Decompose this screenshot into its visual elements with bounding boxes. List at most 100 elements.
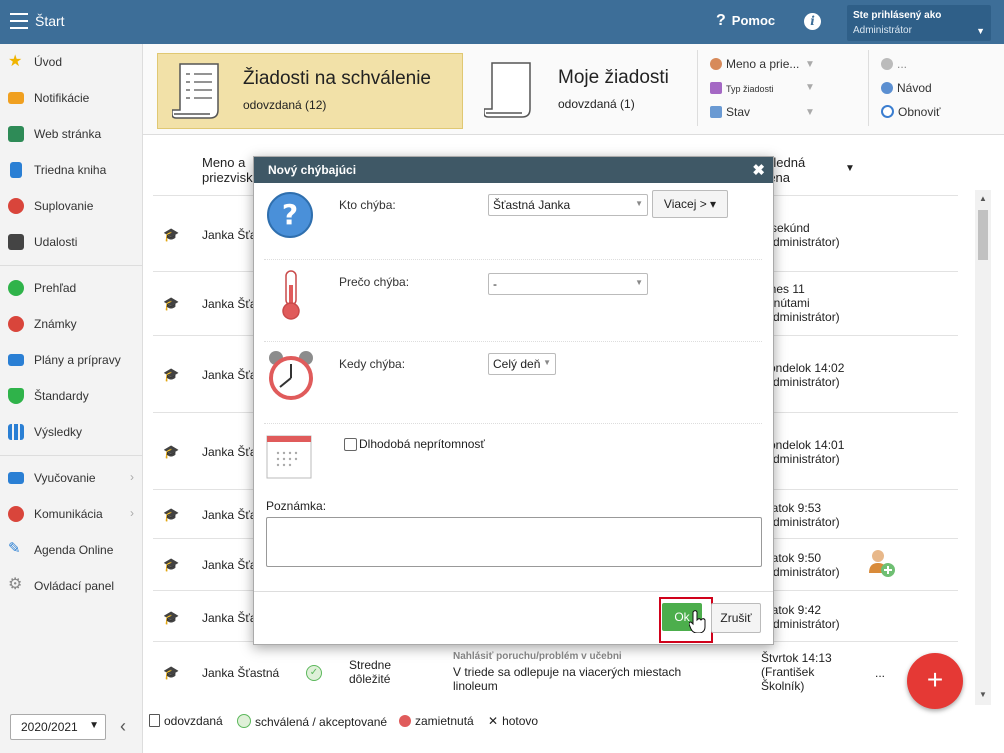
sidebar-item-triedna-kniha[interactable]: Triedna kniha <box>0 152 142 188</box>
graduate-icon: 🎓 <box>163 665 180 680</box>
sidebar-item-vyucovanie[interactable]: Vyučovanie › <box>0 460 142 496</box>
new-absence-dialog: Nový chýbajúci ✖ ? Kto chýba: Šťastná Ja… <box>253 156 774 645</box>
sidebar-item-udalosti[interactable]: Udalosti <box>0 224 142 260</box>
tab-approval[interactable]: Žiadosti na schválenie odovzdaná (12) <box>157 53 463 129</box>
chevron-down-icon: ▼ <box>976 26 985 36</box>
user-menu[interactable]: Ste prihlásený ako Administrátor ▼ <box>847 5 991 41</box>
longterm-checkbox[interactable] <box>344 438 357 451</box>
sidebar-item-web-stranka[interactable]: Web stránka <box>0 116 142 152</box>
dialog-header: Nový chýbajúci ✖ <box>254 157 773 183</box>
approved-icon: ✓ <box>306 665 322 681</box>
row-last-line: Školník) <box>761 679 805 693</box>
sidebar-item-label: Triedna kniha <box>34 163 107 177</box>
filter-type-label: Typ žiadosti <box>726 84 774 94</box>
graduate-icon: 🎓 <box>163 507 180 522</box>
user-name: Administrátor <box>853 25 912 36</box>
sidebar-item-label: Výsledky <box>34 425 83 439</box>
why-row: Prečo chýba: - ▼ <box>264 259 762 342</box>
why-value: - <box>493 277 497 291</box>
school-year-value: 2020/2021 <box>21 720 78 734</box>
sidebar-divider <box>0 455 142 456</box>
filter-state[interactable]: Stav ▼ <box>710 105 815 119</box>
legend-approved: schválená / akceptované <box>237 714 387 729</box>
sidebar-item-label: Web stránka <box>34 127 102 141</box>
table-row[interactable]: 🎓 Janka Šťastná ✓ Stredne dôležité Nahlá… <box>153 641 958 704</box>
calendar-icon <box>266 435 312 479</box>
help-label: Pomoc <box>731 13 776 28</box>
filter-type[interactable]: Typ žiadosti ▼ <box>710 82 815 94</box>
row-last-line: Štvrtok 14:13 <box>761 651 832 665</box>
status-icon <box>710 106 722 118</box>
more-people-button[interactable]: Viacej > ▾ <box>652 190 728 218</box>
question-icon: ? <box>716 12 726 29</box>
bar-chart-icon <box>8 424 24 440</box>
sidebar-item-agenda[interactable]: ✎ Agenda Online <box>0 532 142 568</box>
school-year-select[interactable]: 2020/2021 ▼ <box>10 714 106 740</box>
sidebar-item-ovladaci-panel[interactable]: ⚙ Ovládací panel <box>0 568 142 604</box>
row-last-line: (František <box>761 665 815 679</box>
sidebar-item-znamky[interactable]: Známky <box>0 306 142 342</box>
sidebar-item-label: Udalosti <box>34 235 78 249</box>
dialog-title: Nový chýbajúci <box>268 163 357 177</box>
legend-rejected: zamietnutá <box>399 714 474 728</box>
help-link[interactable]: ? Pomoc <box>716 12 775 30</box>
sidebar-item-komunikacia[interactable]: Komunikácia › <box>0 496 142 532</box>
add-button[interactable]: + <box>907 653 963 709</box>
sidebar-item-uvod[interactable]: ★ Úvod <box>0 44 142 80</box>
refresh-link[interactable]: Obnoviť <box>881 105 941 119</box>
sidebar-item-vysledky[interactable]: Výsledky <box>0 414 142 450</box>
scrollbar-thumb[interactable] <box>978 210 988 260</box>
divider <box>868 50 869 126</box>
guide-link[interactable]: Návod <box>881 81 932 95</box>
legend-approved-label: schválená / akceptované <box>255 715 388 729</box>
question-icon: ? <box>267 192 313 238</box>
sidebar-item-plany[interactable]: Plány a prípravy <box>0 342 142 378</box>
chevron-down-icon: ▼ <box>805 82 815 93</box>
graduate-icon: 🎓 <box>163 227 180 242</box>
longterm-label: Dlhodobá neprítomnosť <box>359 437 485 451</box>
note-textarea[interactable] <box>266 517 762 567</box>
who-select[interactable]: Šťastná Janka ▼ <box>488 194 648 216</box>
sidebar-item-label: Vyučovanie <box>34 471 96 485</box>
filter-name[interactable]: Meno a prie... ▼ <box>710 57 815 71</box>
sidebar-item-prehlad[interactable]: Prehľad <box>0 270 142 306</box>
tab-my-requests[interactable]: Moje žiadosti odovzdaná (1) <box>470 53 697 127</box>
scroll-down-icon[interactable]: ▼ <box>979 690 987 699</box>
app-title[interactable]: Štart <box>35 13 65 29</box>
chevron-down-icon: ▼ <box>635 278 643 287</box>
cancel-button[interactable]: Zrušiť <box>711 603 761 633</box>
alarm-clock-icon <box>269 351 313 400</box>
settings-more[interactable]: ... <box>881 57 907 71</box>
question-circle-icon <box>881 82 893 94</box>
sidebar-item-label: Ovládací panel <box>34 579 115 593</box>
chevron-down-icon: ▼ <box>89 720 99 731</box>
grade-icon <box>8 316 24 332</box>
sidebar-item-standardy[interactable]: Štandardy <box>0 378 142 414</box>
scroll-up-icon[interactable]: ▲ <box>979 194 987 203</box>
why-label: Prečo chýba: <box>339 275 410 289</box>
table-scrollbar[interactable]: ▲ ▼ <box>975 190 991 705</box>
add-person-icon[interactable] <box>865 547 897 579</box>
sort-desc-icon[interactable]: ▼ <box>845 161 855 176</box>
row-more[interactable]: ... <box>875 666 885 680</box>
shield-icon <box>8 388 24 404</box>
row-name: Janka Šťastná <box>202 666 280 680</box>
who-row: ? Kto chýba: Šťastná Janka ▼ Viacej > ▾ <box>264 183 762 260</box>
check-circle-icon <box>8 280 24 296</box>
sidebar-item-suplovanie[interactable]: Suplovanie <box>0 188 142 224</box>
divider <box>697 50 698 126</box>
graduate-icon: 🎓 <box>163 557 180 572</box>
legend-done: ✕ hotovo <box>488 714 538 728</box>
approved-icon <box>237 714 251 728</box>
why-select[interactable]: - ▼ <box>488 273 648 295</box>
sidebar-item-notifikacie[interactable]: Notifikácie <box>0 80 142 116</box>
when-select[interactable]: Celý deň ▼ <box>488 353 556 375</box>
pen-icon: ✎ <box>8 540 21 557</box>
close-icon[interactable]: ✖ <box>752 161 765 179</box>
collapse-sidebar-icon[interactable]: ‹ <box>120 716 126 737</box>
sidebar-item-label: Suplovanie <box>34 199 94 213</box>
info-icon[interactable]: i <box>804 13 821 30</box>
graduate-icon: 🎓 <box>163 367 180 382</box>
menu-icon[interactable] <box>10 13 28 29</box>
tab-my-requests-count: odovzdaná (1) <box>558 97 635 111</box>
